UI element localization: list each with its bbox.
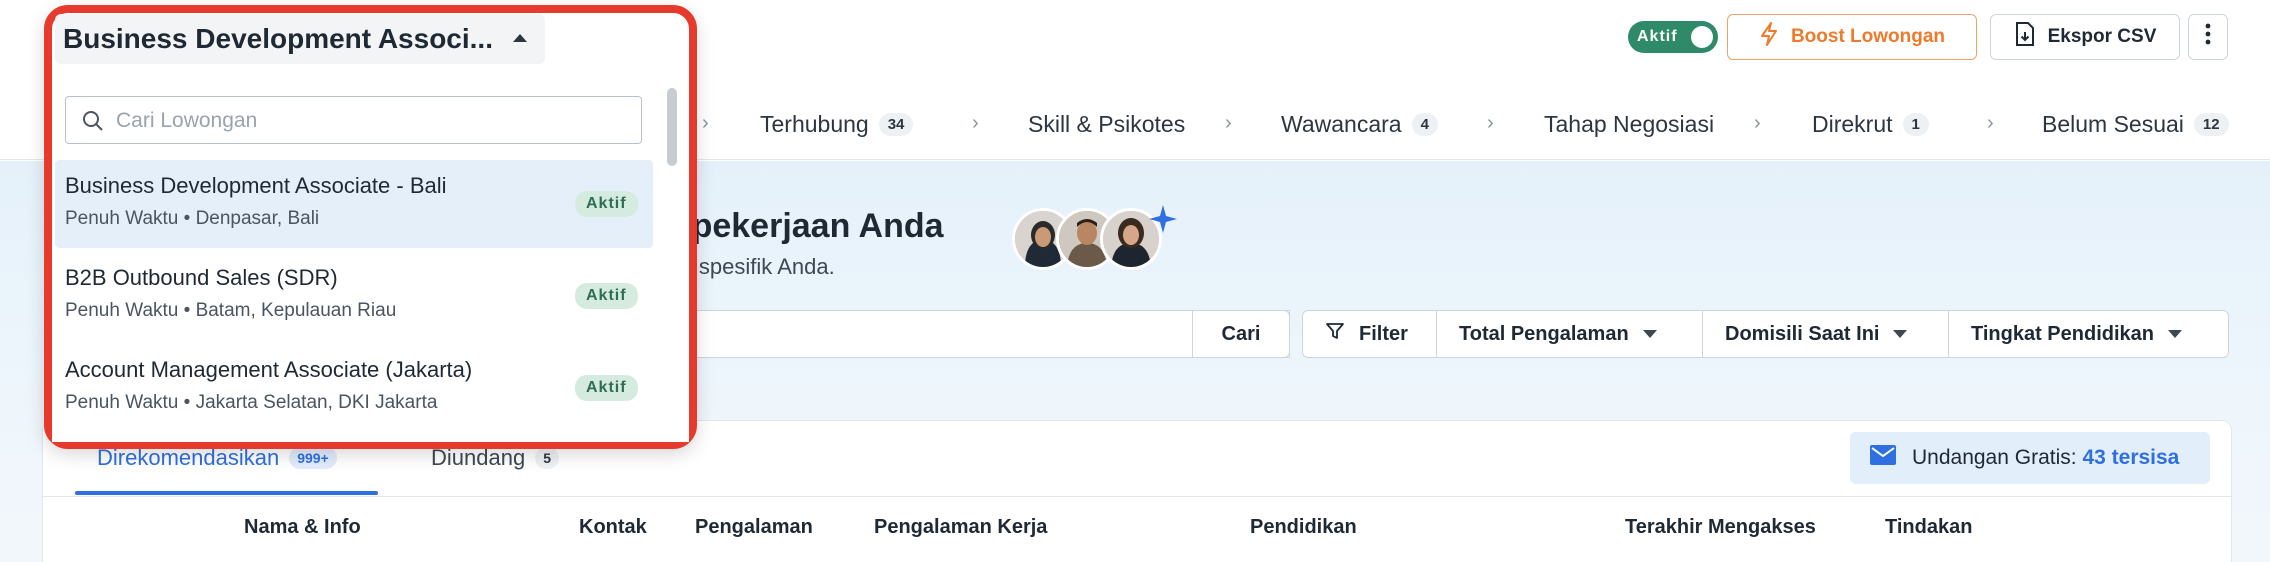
stage-label: Skill & Psikotes	[1028, 110, 1186, 137]
column-header-education: Pendidikan	[1250, 516, 1357, 538]
job-search-placeholder: Cari Lowongan	[116, 109, 258, 132]
sparkle-icon	[1148, 204, 1178, 242]
more-options-button[interactable]	[2188, 14, 2228, 60]
stage-belum-sesuai[interactable]: Belum Sesuai 12	[2042, 100, 2229, 148]
invite-remaining: 43 tersisa	[2082, 446, 2180, 469]
boost-button[interactable]: Boost Lowongan	[1727, 14, 1977, 60]
invite-label: Undangan Gratis:	[1912, 446, 2077, 469]
tab-divider	[42, 496, 2232, 497]
experience-dropdown[interactable]: Total Pengalaman	[1436, 310, 1704, 358]
column-header-last-access: Terakhir Mengakses	[1625, 516, 1816, 538]
caret-down-icon	[2168, 330, 2182, 338]
filter-button[interactable]: Filter	[1302, 310, 1438, 358]
caret-down-icon	[1893, 330, 1908, 338]
stage-direkrut[interactable]: Direkrut 1	[1812, 100, 1929, 148]
chevron-right-icon: ›	[1987, 112, 1994, 134]
job-option-title: Business Development Associate - Bali	[65, 173, 447, 198]
stage-wawancara[interactable]: Wawancara 4	[1281, 100, 1438, 148]
domicile-label: Domisili Saat Ini	[1725, 322, 1880, 345]
stage-count: 12	[2193, 112, 2229, 136]
education-dropdown[interactable]: Tingkat Pendidikan	[1948, 310, 2229, 358]
stage-terhubung[interactable]: Terhubung 34	[760, 100, 914, 148]
active-tab-indicator	[75, 491, 378, 495]
job-search-input[interactable]: Cari Lowongan	[65, 96, 642, 144]
job-option[interactable]: Account Management Associate (Jakarta) P…	[55, 344, 653, 432]
caret-down-icon	[1642, 330, 1657, 338]
stage-count: 1	[1902, 112, 1929, 136]
column-header-work-experience: Pengalaman Kerja	[874, 516, 1048, 538]
export-csv-button[interactable]: Ekspor CSV	[1990, 14, 2180, 60]
invite-mail-icon	[1868, 442, 1898, 474]
chevron-right-icon: ›	[1754, 112, 1761, 134]
tab-count: 999+	[289, 447, 337, 469]
tab-count: 5	[535, 447, 559, 469]
filter-label: Filter	[1359, 322, 1408, 345]
kebab-menu-icon	[2205, 22, 2211, 52]
chevron-right-icon: ›	[1225, 112, 1232, 134]
chevron-right-icon: ›	[1487, 112, 1494, 134]
stage-skill-psikotes[interactable]: Skill & Psikotes	[1028, 100, 1185, 148]
export-label: Ekspor CSV	[2047, 26, 2157, 47]
job-option-title: B2B Outbound Sales (SDR)	[65, 265, 338, 290]
job-selector[interactable]: Business Development Associ...	[55, 14, 545, 64]
free-invite-banner: Undangan Gratis: 43 tersisa	[1850, 432, 2210, 484]
boost-label: Boost Lowongan	[1790, 26, 1946, 47]
job-option-subtitle: Penuh Waktu • Batam, Kepulauan Riau	[65, 300, 397, 321]
column-header-actions: Tindakan	[1885, 516, 1973, 538]
filter-icon	[1325, 321, 1345, 347]
stage-label: Tahap Negosiasi	[1544, 110, 1715, 137]
job-option-subtitle: Penuh Waktu • Jakarta Selatan, DKI Jakar…	[65, 392, 438, 413]
toggle-knob	[1691, 26, 1713, 48]
lightning-icon	[1759, 22, 1779, 52]
dropdown-scrollbar[interactable]	[667, 88, 677, 166]
stage-label: Direkrut	[1812, 110, 1893, 137]
job-option-subtitle: Penuh Waktu • Denpasar, Bali	[65, 208, 320, 229]
experience-label: Total Pengalaman	[1459, 322, 1629, 345]
domicile-dropdown[interactable]: Domisili Saat Ini	[1702, 310, 1950, 358]
column-header-contact: Kontak	[579, 516, 647, 538]
status-badge: Aktif	[575, 283, 638, 309]
column-header-experience: Pengalaman	[695, 516, 813, 538]
job-selector-label: Business Development Associ...	[63, 23, 493, 54]
status-badge: Aktif	[575, 191, 638, 217]
status-toggle-label: Aktif	[1637, 28, 1678, 45]
file-export-icon	[2014, 21, 2036, 53]
search-icon	[82, 110, 104, 137]
stage-count: 34	[878, 112, 914, 136]
education-label: Tingkat Pendidikan	[1971, 322, 2154, 345]
search-button[interactable]: Cari	[1192, 310, 1290, 358]
caret-up-icon	[513, 34, 527, 42]
stage-label: Wawancara	[1281, 110, 1402, 137]
status-toggle[interactable]: Aktif	[1628, 21, 1718, 53]
chevron-right-icon: ›	[702, 112, 709, 134]
stage-label: Terhubung	[760, 110, 869, 137]
stage-label: Belum Sesuai	[2042, 110, 2184, 137]
job-option[interactable]: B2B Outbound Sales (SDR) Penuh Waktu • B…	[55, 252, 653, 340]
chevron-right-icon: ›	[972, 112, 979, 134]
stage-count: 4	[1411, 112, 1438, 136]
status-badge: Aktif	[575, 375, 638, 401]
stage-tahap-negosiasi[interactable]: Tahap Negosiasi	[1544, 100, 1714, 148]
job-option-title: Account Management Associate (Jakarta)	[65, 357, 473, 382]
column-header-name: Nama & Info	[244, 516, 361, 538]
job-option[interactable]: Business Development Associate - Bali Pe…	[55, 160, 653, 248]
